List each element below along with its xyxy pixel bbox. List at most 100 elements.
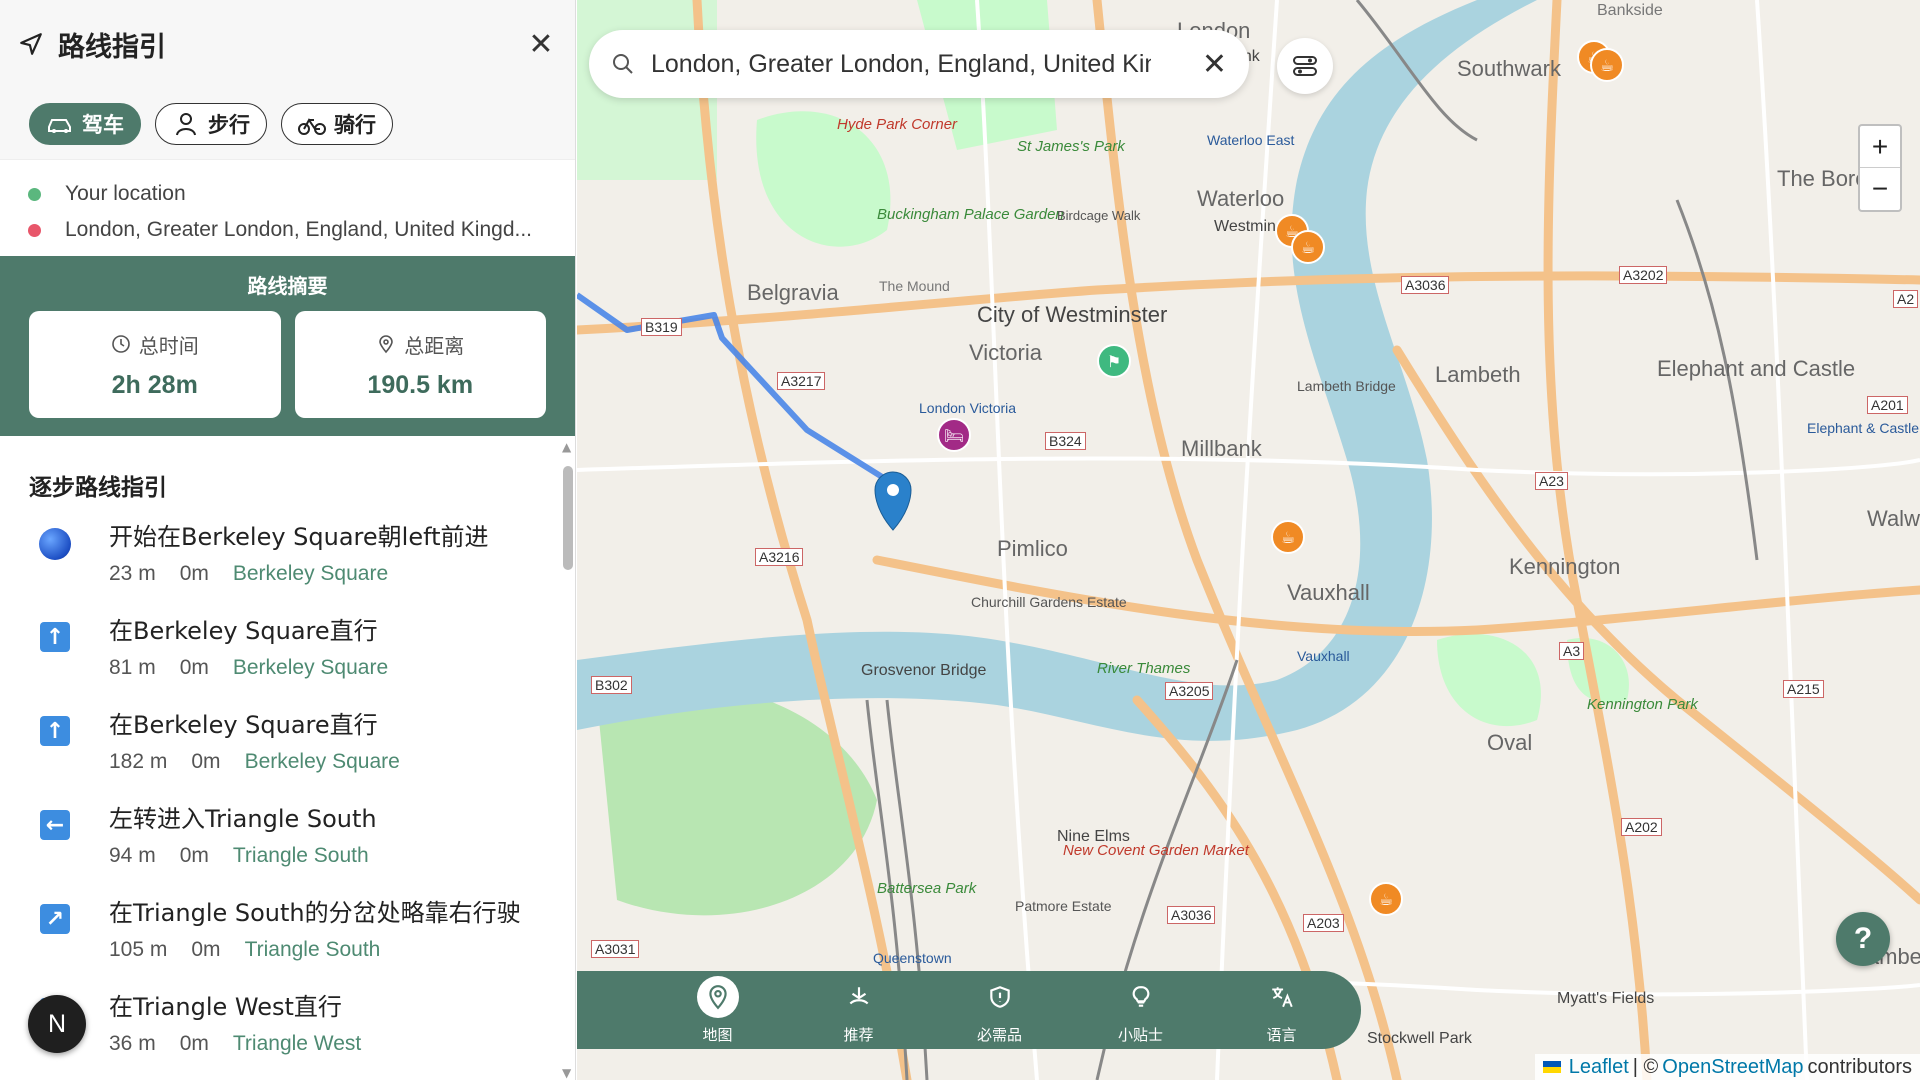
total-distance-value: 190.5 km [367, 370, 474, 399]
map-label: Buckingham Palace Garden [877, 206, 1064, 223]
attraction-icon[interactable]: ⚑ [1097, 344, 1131, 378]
destination-dot-icon [28, 223, 41, 237]
map-label: City of Westminster [977, 302, 1168, 327]
map-pin-icon [708, 984, 727, 1009]
step-item[interactable]: ↑ 在Berkeley Square直行 81 m 0m Berkeley Squa… [0, 614, 560, 708]
filter-button[interactable] [1277, 38, 1333, 94]
route-endpoints: Your location London, Greater London, En… [0, 160, 575, 256]
mode-bike-button[interactable]: 骑行 [281, 102, 393, 145]
step-distance: 105 m [109, 938, 168, 961]
map-tiles[interactable] [577, 0, 1920, 1080]
road-badge: A201 [1867, 396, 1908, 414]
cafe-icon[interactable]: ☕ [1369, 882, 1403, 916]
road-badge: A2 [1893, 290, 1919, 308]
step-item[interactable]: ↗ 在Triangle South的分岔处略靠右行驶 105 m 0m Triang… [0, 896, 560, 990]
scroll-up-icon[interactable]: ▲ [562, 440, 571, 454]
summary-title: 路线摘要 [247, 274, 328, 298]
help-button[interactable]: ? [1836, 912, 1890, 966]
map-label: Grosvenor Bridge [861, 662, 987, 679]
cafe-icon[interactable]: ☕ [1590, 48, 1624, 82]
compass-button[interactable]: N [28, 995, 86, 1053]
destination-point[interactable]: London, Greater London, England, United … [28, 212, 547, 248]
scrollbar-thumb[interactable] [563, 466, 573, 570]
total-distance-card: 总距离 190.5 km [294, 311, 546, 418]
arrow-up-right-icon: ↗ [40, 904, 70, 934]
mode-drive-button[interactable]: 驾车 [29, 102, 141, 145]
total-time-value: 2h 28m [111, 370, 198, 399]
step-instruction: 在Berkeley Square直行 [109, 617, 378, 645]
attribution-separator: | © [1632, 1055, 1659, 1078]
map-label: Southwark [1457, 56, 1561, 81]
nav-essentials[interactable]: 必需品 [929, 976, 1070, 1045]
map-label: Lambeth [1435, 362, 1521, 387]
step-instruction: 左转进入Triangle South [109, 805, 377, 833]
zoom-out-button[interactable]: − [1860, 168, 1900, 210]
total-time-card: 总时间 2h 28m [29, 311, 281, 418]
step-distance: 94 m [109, 844, 156, 867]
step-instruction: 开始在Berkeley Square朝left前进 [109, 523, 489, 551]
map-label: River Thames [1097, 660, 1191, 677]
location-pin-icon [379, 335, 394, 354]
step-road: Triangle West [232, 1032, 362, 1055]
road-badge: A3036 [1401, 276, 1450, 294]
road-badge: A215 [1783, 680, 1824, 698]
map-label: Lambeth Bridge [1297, 378, 1396, 394]
step-item[interactable]: ↑ 在Berkeley Square直行 182 m 0m Berkeley Squ… [0, 708, 560, 802]
scroll-down-icon[interactable]: ▼ [562, 1066, 571, 1080]
cafe-icon[interactable]: ☕ [1291, 230, 1325, 264]
steps-list[interactable]: 逐步路线指引 开始在Berkeley Square朝left前进 23 m 0m B… [0, 434, 560, 1080]
ukraine-flag-icon [1542, 1061, 1561, 1073]
destination-label: London, Greater London, England, United … [65, 218, 533, 241]
map-label: St James's Park [1017, 138, 1125, 155]
zoom-in-button[interactable]: + [1860, 126, 1900, 168]
shield-icon [989, 985, 1010, 1008]
sliders-icon [1293, 56, 1317, 76]
search-bar: ✕ [589, 30, 1249, 98]
map-label: Birdcage Walk [1057, 208, 1141, 223]
arrow-up-icon: ↑ [40, 716, 70, 746]
map-label: Bankside [1597, 2, 1663, 19]
nav-recommend[interactable]: 推荐 [788, 976, 929, 1045]
nav-essentials-label: 必需品 [976, 1025, 1022, 1044]
nav-language-label: 语言 [1266, 1025, 1297, 1044]
step-time: 0m [191, 938, 221, 961]
walk-icon [176, 112, 196, 135]
hotel-icon[interactable]: 🛏 [937, 418, 971, 452]
arrow-up-icon: ↑ [40, 622, 70, 652]
step-road: Triangle South [244, 938, 381, 961]
nav-map[interactable]: 地图 [647, 975, 788, 1045]
step-item[interactable]: 开始在Berkeley Square朝left前进 23 m 0m Berkeley… [0, 520, 560, 614]
mode-walk-button[interactable]: 步行 [155, 102, 267, 145]
start-dot-icon [28, 187, 41, 201]
panel-header: 路线指引 ✕ [0, 0, 575, 88]
map-label: Oval [1487, 730, 1533, 755]
search-input[interactable] [651, 49, 1151, 79]
nav-language[interactable]: 语言 [1211, 976, 1352, 1045]
road-badge: B324 [1045, 432, 1086, 450]
osm-link[interactable]: OpenStreetMap [1662, 1056, 1803, 1079]
step-item[interactable]: ← 左转进入Triangle South 94 m 0m Triangle Sout… [0, 802, 560, 896]
start-label: Your location [65, 182, 186, 205]
translate-icon [1271, 986, 1293, 1007]
directions-panel: 路线指引 ✕ 驾车 步行 骑行 Your location London, Gr… [0, 0, 576, 1080]
search-icon [613, 54, 633, 74]
clear-search-icon[interactable]: ✕ [1202, 47, 1227, 82]
step-item[interactable]: ↑ 在Triangle West直行 36 m0mTriangle West [0, 990, 560, 1080]
steps-scrollbar[interactable]: ▲ ▼ [561, 440, 573, 1080]
map-label: Kennington Park [1587, 696, 1698, 713]
map-attribution: Leaflet | © OpenStreetMap contributors [1534, 1054, 1920, 1080]
cafe-icon[interactable]: ☕ [1271, 520, 1305, 554]
bike-icon [298, 117, 326, 135]
close-icon[interactable]: ✕ [525, 27, 557, 62]
nav-tips[interactable]: 小贴士 [1070, 976, 1211, 1045]
navigation-arrow-icon [20, 33, 42, 55]
map-label: Vauxhall [1287, 580, 1370, 605]
map-view[interactable]: London Southwark Bankside South Bank Wat… [577, 0, 1920, 1080]
map-label: Elephant and Castle [1657, 356, 1856, 381]
globe-icon [39, 528, 71, 560]
step-instruction: 在Berkeley Square直行 [109, 711, 378, 739]
map-label: Hyde Park Corner [837, 116, 958, 133]
total-distance-label: 总距离 [404, 333, 465, 358]
leaflet-link[interactable]: Leaflet [1569, 1056, 1629, 1079]
start-point[interactable]: Your location [28, 176, 547, 212]
